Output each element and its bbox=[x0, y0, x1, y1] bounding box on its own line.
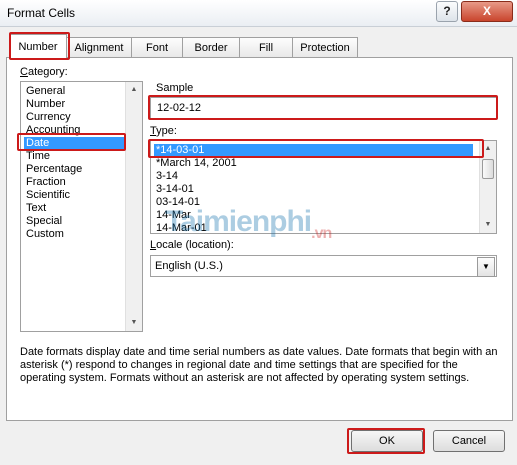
title-bar: Format Cells ? X bbox=[0, 0, 517, 27]
sample-label: Sample bbox=[156, 82, 194, 94]
category-item-custom[interactable]: Custom bbox=[24, 228, 66, 241]
category-item-percentage[interactable]: Percentage bbox=[24, 163, 84, 176]
category-item-fraction[interactable]: Fraction bbox=[24, 176, 68, 189]
category-item-accounting[interactable]: Accounting bbox=[24, 124, 82, 137]
locale-value: English (U.S.) bbox=[155, 260, 223, 272]
category-item-text[interactable]: Text bbox=[24, 202, 48, 215]
type-label: Type: bbox=[150, 125, 177, 137]
type-item[interactable]: *March 14, 2001 bbox=[154, 157, 239, 170]
type-item[interactable]: 3-14 bbox=[154, 170, 180, 183]
tab-alignment[interactable]: Alignment bbox=[66, 37, 132, 58]
category-scrollbar[interactable]: ▲ ▼ bbox=[125, 82, 142, 331]
ok-button[interactable]: OK bbox=[351, 430, 423, 452]
tab-number[interactable]: Number bbox=[9, 34, 67, 59]
category-item-date[interactable]: Date bbox=[24, 137, 124, 150]
cancel-button[interactable]: Cancel bbox=[433, 430, 505, 452]
type-item[interactable]: 3-14-01 bbox=[154, 183, 196, 196]
scroll-up-arrow-icon[interactable]: ▲ bbox=[480, 141, 496, 157]
scroll-thumb[interactable] bbox=[482, 159, 494, 179]
tab-protection[interactable]: Protection bbox=[292, 37, 358, 58]
tab-border[interactable]: Border bbox=[182, 37, 240, 58]
category-item-number[interactable]: Number bbox=[24, 98, 67, 111]
category-label: Category: bbox=[20, 66, 68, 78]
dialog-title: Format Cells bbox=[7, 6, 76, 20]
type-scrollbar[interactable]: ▲ ▼ bbox=[479, 141, 496, 233]
category-list[interactable]: General Number Currency Accounting Date … bbox=[20, 81, 143, 332]
locale-label: Locale (location): bbox=[150, 239, 234, 251]
category-item-currency[interactable]: Currency bbox=[24, 111, 73, 124]
tab-font[interactable]: Font bbox=[131, 37, 183, 58]
tab-fill[interactable]: Fill bbox=[239, 37, 293, 58]
scroll-up-arrow-icon[interactable]: ▲ bbox=[126, 82, 142, 98]
locale-select[interactable]: English (U.S.) ▼ bbox=[150, 255, 497, 277]
sample-preview: 12-02-12 bbox=[150, 97, 497, 119]
watermark-logo: Taimienphi.vn bbox=[165, 205, 332, 242]
help-button[interactable]: ? bbox=[436, 1, 458, 22]
chevron-down-icon[interactable]: ▼ bbox=[477, 257, 495, 277]
format-description: Date formats display date and time seria… bbox=[20, 346, 498, 384]
category-item-scientific[interactable]: Scientific bbox=[24, 189, 72, 202]
category-item-time[interactable]: Time bbox=[24, 150, 52, 163]
scroll-down-arrow-icon[interactable]: ▼ bbox=[480, 217, 496, 233]
scroll-down-arrow-icon[interactable]: ▼ bbox=[126, 315, 142, 331]
close-button[interactable]: X bbox=[461, 1, 513, 22]
category-item-general[interactable]: General bbox=[24, 85, 67, 98]
category-item-special[interactable]: Special bbox=[24, 215, 64, 228]
type-item[interactable]: *14-03-01 bbox=[154, 144, 473, 157]
